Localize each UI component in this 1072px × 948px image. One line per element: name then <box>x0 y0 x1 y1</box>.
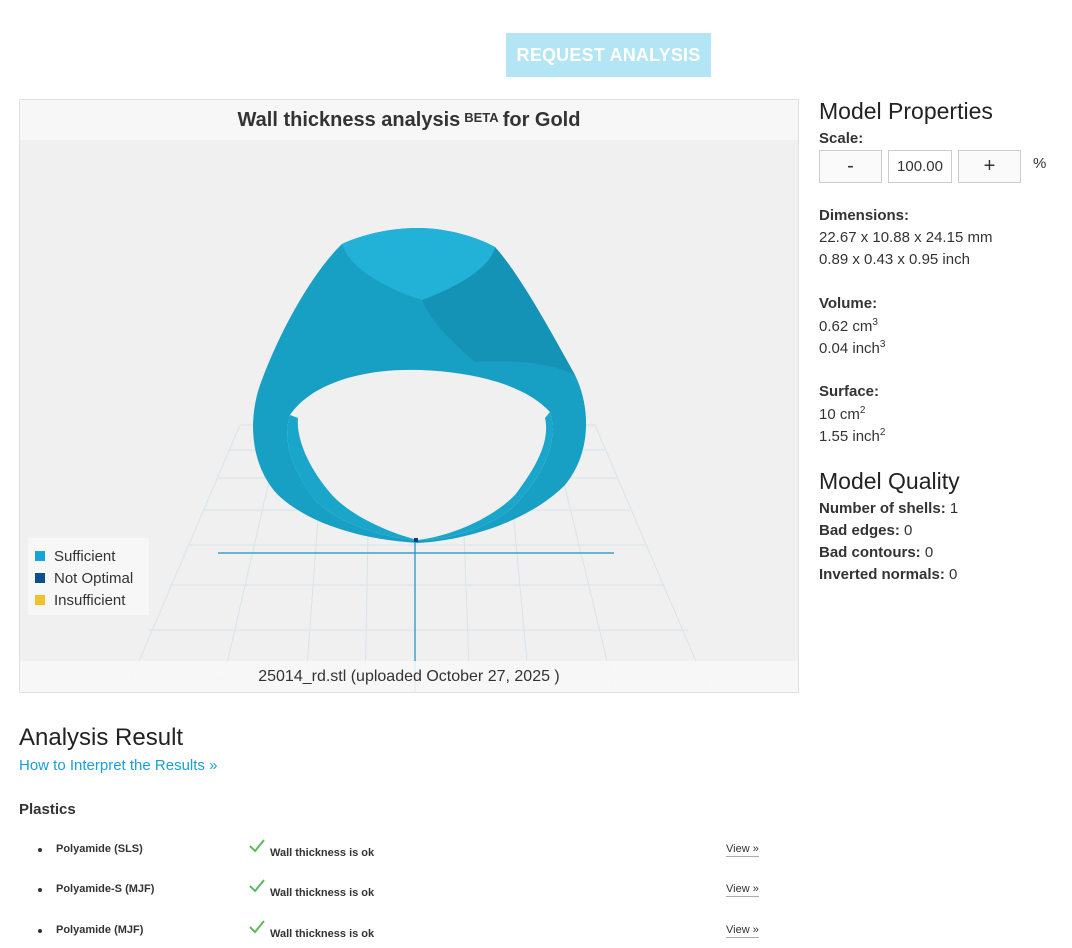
analysis-result-heading: Analysis Result <box>19 724 184 751</box>
ring-model <box>253 228 587 543</box>
surface-inch: 1.55 inch2 <box>819 427 886 445</box>
material-row: Polyamide (MJF) Wall thickness is ok Vie… <box>38 920 768 948</box>
view-link[interactable]: View » <box>726 883 759 897</box>
volume-inch: 0.04 inch3 <box>819 339 886 357</box>
legend-label: Sufficient <box>54 547 116 565</box>
view-link[interactable]: View » <box>726 843 759 857</box>
legend-swatch-insufficient <box>35 595 45 605</box>
status-text: Wall thickness is ok <box>270 887 375 899</box>
scale-label: Scale: <box>819 130 864 147</box>
legend: Sufficient Not Optimal Insufficient <box>28 538 149 615</box>
scale-increase-button[interactable]: + <box>958 150 1021 183</box>
beta-badge: BETA <box>464 109 499 125</box>
category-plastics: Plastics <box>19 801 76 818</box>
view-link[interactable]: View » <box>726 924 759 938</box>
model-quality-heading: Model Quality <box>819 468 960 494</box>
scale-decrease-button[interactable]: - <box>819 150 882 183</box>
interpret-results-link[interactable]: How to Interpret the Results » <box>19 757 217 774</box>
surface-label: Surface: <box>819 383 880 400</box>
file-info: 25014_rd.stl (uploaded October 27, 2025 … <box>20 661 798 692</box>
model-viewer[interactable]: Wall thickness analysis BETA for Gold Su… <box>19 99 799 693</box>
volume-label: Volume: <box>819 295 878 312</box>
bad-edges-row: Bad edges: 0 <box>819 522 913 539</box>
scale-input[interactable] <box>888 150 952 183</box>
check-icon <box>249 920 265 934</box>
viewer-title-prefix: Wall thickness analysis <box>237 108 461 131</box>
material-row: Polyamide (SLS) Wall thickness is ok Vie… <box>38 839 768 867</box>
scale-control: - + % <box>819 150 1046 183</box>
request-analysis-button[interactable]: REQUEST ANALYSIS <box>506 33 711 77</box>
legend-swatch-sufficient <box>35 551 45 561</box>
bullet <box>38 888 42 892</box>
material-name: Polyamide (MJF) <box>56 924 144 936</box>
material-row: Polyamide-S (MJF) Wall thickness is ok V… <box>38 879 768 907</box>
shells-row: Number of shells: 1 <box>819 500 959 517</box>
scale-unit: % <box>1033 155 1047 172</box>
legend-swatch-not-optimal <box>35 573 45 583</box>
check-icon <box>249 839 265 853</box>
status-text: Wall thickness is ok <box>270 928 375 940</box>
dimensions-label: Dimensions: <box>819 207 910 224</box>
legend-item-insufficient: Insufficient <box>35 589 149 611</box>
viewer-title-suffix: for Gold <box>502 108 581 131</box>
material-name: Polyamide-S (MJF) <box>56 883 155 895</box>
legend-label: Insufficient <box>54 591 126 609</box>
viewer-title: Wall thickness analysis BETA for Gold <box>20 100 798 140</box>
status-text: Wall thickness is ok <box>270 847 375 859</box>
inverted-normals-row: Inverted normals: 0 <box>819 566 958 583</box>
volume-cm: 0.62 cm3 <box>819 317 878 335</box>
check-icon <box>249 879 265 893</box>
dimensions-inch: 0.89 x 0.43 x 0.95 inch <box>819 251 970 268</box>
dimensions-mm: 22.67 x 10.88 x 24.15 mm <box>819 229 993 246</box>
legend-item-sufficient: Sufficient <box>35 545 149 567</box>
material-name: Polyamide (SLS) <box>56 843 143 855</box>
bullet <box>38 848 42 852</box>
model-properties-heading: Model Properties <box>819 98 993 124</box>
surface-cm: 10 cm2 <box>819 405 866 423</box>
bad-contours-row: Bad contours: 0 <box>819 544 934 561</box>
bullet <box>38 929 42 933</box>
legend-label: Not Optimal <box>54 569 134 587</box>
legend-item-not-optimal: Not Optimal <box>35 567 149 589</box>
